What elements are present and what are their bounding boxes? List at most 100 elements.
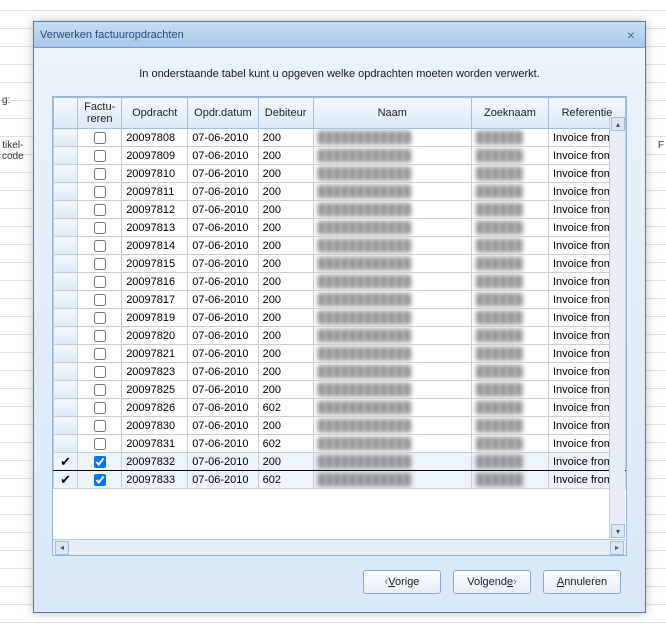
hscroll-track[interactable] bbox=[69, 541, 610, 555]
debiteur-cell: 200 bbox=[258, 129, 313, 147]
table-container: Factu- reren Opdracht Opdr.datum Debiteu… bbox=[52, 96, 627, 556]
debiteur-cell: 200 bbox=[258, 327, 313, 345]
factureren-checkbox[interactable] bbox=[94, 420, 106, 432]
table-row[interactable]: 2009782007-06-2010200██████████████████I… bbox=[54, 327, 626, 345]
opdracht-cell: 20097810 bbox=[122, 165, 188, 183]
prev-button[interactable]: Vorige bbox=[363, 570, 441, 594]
factureren-checkbox[interactable] bbox=[94, 132, 106, 144]
factureren-cell bbox=[78, 237, 122, 255]
table-row[interactable]: 2009781107-06-2010200██████████████████I… bbox=[54, 183, 626, 201]
table-row[interactable]: ✔2009783207-06-2010200██████████████████… bbox=[54, 453, 626, 471]
table-row[interactable]: 2009783107-06-2010602██████████████████I… bbox=[54, 435, 626, 453]
factureren-checkbox[interactable] bbox=[94, 474, 106, 486]
next-label: Volgend bbox=[467, 576, 507, 588]
table-scroll-area[interactable]: Factu- reren Opdracht Opdr.datum Debiteu… bbox=[53, 97, 626, 539]
row-mark-cell bbox=[54, 399, 78, 417]
debiteur-cell: 200 bbox=[258, 363, 313, 381]
close-icon[interactable]: × bbox=[623, 27, 639, 43]
table-row[interactable]: 2009782307-06-2010200██████████████████I… bbox=[54, 363, 626, 381]
datum-cell: 07-06-2010 bbox=[188, 237, 258, 255]
row-mark-cell bbox=[54, 327, 78, 345]
factureren-checkbox[interactable] bbox=[94, 168, 106, 180]
opdracht-cell: 20097808 bbox=[122, 129, 188, 147]
row-mark-cell bbox=[54, 291, 78, 309]
scroll-left-icon[interactable]: ◂ bbox=[55, 541, 69, 555]
factureren-checkbox[interactable] bbox=[94, 384, 106, 396]
factureren-checkbox[interactable] bbox=[94, 204, 106, 216]
table-row[interactable]: 2009781307-06-2010200██████████████████I… bbox=[54, 219, 626, 237]
table-row[interactable]: 2009781207-06-2010200██████████████████I… bbox=[54, 201, 626, 219]
factureren-checkbox[interactable] bbox=[94, 276, 106, 288]
factureren-checkbox[interactable] bbox=[94, 294, 106, 306]
scroll-up-icon[interactable]: ▴ bbox=[611, 117, 625, 131]
debiteur-cell: 200 bbox=[258, 291, 313, 309]
naam-cell: ████████████ bbox=[313, 309, 471, 327]
debiteur-cell: 200 bbox=[258, 165, 313, 183]
col-header-opdrdatum[interactable]: Opdr.datum bbox=[188, 98, 258, 129]
opdracht-cell: 20097814 bbox=[122, 237, 188, 255]
col-header-debiteur[interactable]: Debiteur bbox=[258, 98, 313, 129]
zoeknaam-cell: ██████ bbox=[471, 201, 548, 219]
factureren-checkbox[interactable] bbox=[94, 366, 106, 378]
row-mark-cell bbox=[54, 147, 78, 165]
table-row[interactable]: 2009781707-06-2010200██████████████████I… bbox=[54, 291, 626, 309]
naam-cell: ████████████ bbox=[313, 129, 471, 147]
factureren-checkbox[interactable] bbox=[94, 150, 106, 162]
table-row[interactable]: 2009783007-06-2010200██████████████████I… bbox=[54, 417, 626, 435]
zoeknaam-cell: ██████ bbox=[471, 435, 548, 453]
prev-label: orige bbox=[395, 576, 419, 588]
zoeknaam-cell: ██████ bbox=[471, 255, 548, 273]
col-header-opdracht[interactable]: Opdracht bbox=[122, 98, 188, 129]
vertical-scrollbar[interactable]: ▴ ▾ bbox=[609, 117, 625, 538]
table-row[interactable]: 2009781407-06-2010200██████████████████I… bbox=[54, 237, 626, 255]
table-row[interactable]: 2009781607-06-2010200██████████████████I… bbox=[54, 273, 626, 291]
datum-cell: 07-06-2010 bbox=[188, 129, 258, 147]
col-header-zoeknaam[interactable]: Zoeknaam bbox=[471, 98, 548, 129]
table-row[interactable]: 2009782607-06-2010602██████████████████I… bbox=[54, 399, 626, 417]
factureren-checkbox[interactable] bbox=[94, 330, 106, 342]
table-row[interactable]: 2009781907-06-2010200██████████████████I… bbox=[54, 309, 626, 327]
col-header-naam[interactable]: Naam bbox=[313, 98, 471, 129]
table-row[interactable]: 2009781507-06-2010200██████████████████I… bbox=[54, 255, 626, 273]
factureren-checkbox[interactable] bbox=[94, 438, 106, 450]
col-header-mark[interactable] bbox=[54, 98, 78, 129]
cancel-button[interactable]: Annuleren bbox=[543, 570, 621, 594]
datum-cell: 07-06-2010 bbox=[188, 381, 258, 399]
next-button[interactable]: Volgende bbox=[453, 570, 531, 594]
scroll-down-icon[interactable]: ▾ bbox=[611, 524, 625, 538]
naam-cell: ████████████ bbox=[313, 363, 471, 381]
col-header-factureren[interactable]: Factu- reren bbox=[78, 98, 122, 129]
opdracht-cell: 20097819 bbox=[122, 309, 188, 327]
zoeknaam-cell: ██████ bbox=[471, 363, 548, 381]
factureren-checkbox[interactable] bbox=[94, 240, 106, 252]
row-mark-cell bbox=[54, 237, 78, 255]
table-row[interactable]: 2009781007-06-2010200██████████████████I… bbox=[54, 165, 626, 183]
prev-accel: V bbox=[388, 576, 395, 588]
titlebar: Verwerken factuuropdrachten × bbox=[34, 22, 645, 48]
factureren-checkbox[interactable] bbox=[94, 348, 106, 360]
cancel-label: nnuleren bbox=[564, 576, 607, 588]
table-row[interactable]: 2009780807-06-2010200██████████████████I… bbox=[54, 129, 626, 147]
table-row[interactable]: 2009780907-06-2010200██████████████████I… bbox=[54, 147, 626, 165]
table-row[interactable]: ✔2009783307-06-2010602██████████████████… bbox=[54, 471, 626, 489]
factureren-checkbox[interactable] bbox=[94, 312, 106, 324]
scroll-right-icon[interactable]: ▸ bbox=[610, 541, 624, 555]
dialog-title: Verwerken factuuropdrachten bbox=[40, 29, 623, 41]
table-row[interactable]: 2009782507-06-2010200██████████████████I… bbox=[54, 381, 626, 399]
checkmark-icon: ✔ bbox=[60, 472, 71, 487]
datum-cell: 07-06-2010 bbox=[188, 273, 258, 291]
factureren-checkbox[interactable] bbox=[94, 222, 106, 234]
opdracht-cell: 20097812 bbox=[122, 201, 188, 219]
debiteur-cell: 200 bbox=[258, 345, 313, 363]
factureren-checkbox[interactable] bbox=[94, 186, 106, 198]
dialog-footer: Vorige Volgende Annuleren bbox=[52, 556, 627, 598]
debiteur-cell: 200 bbox=[258, 219, 313, 237]
horizontal-scrollbar[interactable]: ◂ ▸ bbox=[53, 539, 626, 555]
naam-cell: ████████████ bbox=[313, 219, 471, 237]
factureren-checkbox[interactable] bbox=[94, 402, 106, 414]
factureren-checkbox[interactable] bbox=[94, 456, 106, 468]
zoeknaam-cell: ██████ bbox=[471, 471, 548, 489]
naam-cell: ████████████ bbox=[313, 237, 471, 255]
factureren-checkbox[interactable] bbox=[94, 258, 106, 270]
table-row[interactable]: 2009782107-06-2010200██████████████████I… bbox=[54, 345, 626, 363]
